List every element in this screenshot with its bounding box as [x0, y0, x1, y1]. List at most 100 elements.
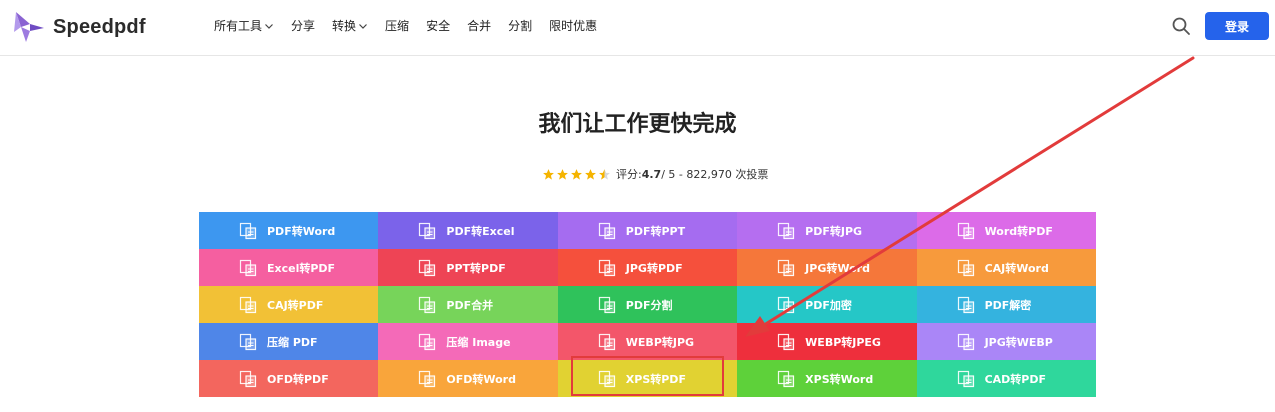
chevron-down-icon [265, 23, 273, 29]
main-nav: 所有工具 分享 转换 压缩 安全 合并 分割 限时优惠 [214, 17, 614, 34]
star-half-icon [599, 168, 610, 180]
tool-tile-16[interactable]: 压缩 Image [378, 323, 558, 360]
star-icon [557, 168, 568, 180]
tool-tile-label: JPG转PDF [625, 261, 683, 275]
tool-tile-12[interactable]: PDF分割 [557, 286, 738, 323]
star-icon [543, 168, 554, 180]
tool-tile-21[interactable]: OFD转Word [378, 360, 558, 397]
nav-item-label: 压缩 [385, 19, 410, 33]
logo[interactable]: Speedpdf [12, 10, 146, 44]
tool-tile-6[interactable]: PPT转PDF [378, 249, 558, 286]
tool-tile-23[interactable]: XPS转Word [737, 360, 917, 397]
tool-tile-label: OFD转PDF [267, 372, 329, 386]
document-convert-icon [778, 370, 795, 387]
nav-item-label: 限时优惠 [549, 19, 598, 33]
nav-item-2[interactable]: 转换 [332, 17, 368, 34]
rating-prefix: 评分: [616, 168, 642, 181]
document-convert-icon [598, 370, 615, 387]
document-convert-icon [598, 222, 615, 239]
tool-tile-15[interactable]: 压缩 PDF [199, 323, 379, 360]
search-icon[interactable] [1171, 16, 1191, 36]
document-convert-icon [957, 222, 974, 239]
document-convert-icon [239, 333, 257, 350]
nav-item-1[interactable]: 分享 [291, 17, 315, 34]
nav-item-label: 安全 [426, 19, 451, 33]
document-convert-icon [598, 296, 615, 313]
tool-tile-label: JPG转WEBP [984, 335, 1053, 349]
nav-item-5[interactable]: 合并 [467, 17, 491, 34]
nav-item-label: 分割 [508, 19, 533, 33]
tool-tile-label: XPS转PDF [625, 372, 686, 386]
tool-tile-2[interactable]: PDF转PPT [557, 212, 738, 249]
page-title: 我们让工作更快完成 [538, 112, 737, 137]
tools-grid: PDF转Word PDF转Excel PDF转PPT PDF转JPG Word转PDF E… [199, 212, 1096, 397]
document-convert-icon [778, 222, 795, 239]
tool-tile-label: PDF转Word [267, 224, 336, 238]
tool-tile-7[interactable]: JPG转PDF [557, 249, 738, 286]
rating-stars [542, 168, 612, 181]
login-button[interactable]: 登录 [1205, 12, 1269, 40]
tool-tile-label: PDF解密 [984, 298, 1032, 312]
document-convert-icon [239, 259, 257, 276]
tool-tile-label: CAJ转PDF [267, 298, 324, 312]
tool-tile-17[interactable]: WEBP转JPG [557, 323, 738, 360]
rating-value: 4.7 [641, 167, 662, 181]
document-convert-icon [957, 370, 974, 387]
speedpdf-logo-icon [14, 12, 44, 42]
document-convert-icon [598, 259, 615, 276]
document-convert-icon [957, 296, 974, 313]
rating-summary: 评分: 4.7 / 5 - 822,970 次投票 [542, 166, 768, 182]
nav-item-label: 合并 [467, 19, 492, 33]
tool-tile-1[interactable]: PDF转Excel [378, 212, 558, 249]
tool-tile-label: WEBP转JPEG [805, 335, 881, 349]
nav-item-label: 转换 [332, 19, 357, 33]
tool-tile-18[interactable]: WEBP转JPEG [737, 323, 917, 360]
star-icon [571, 168, 582, 180]
tool-tile-8[interactable]: JPG转Word [737, 249, 917, 286]
document-convert-icon [419, 370, 436, 387]
nav-item-3[interactable]: 压缩 [385, 17, 409, 34]
tool-tile-5[interactable]: Excel转PDF [199, 249, 379, 286]
chevron-down-icon [359, 23, 367, 29]
nav-item-0[interactable]: 所有工具 [214, 17, 274, 34]
document-convert-icon [239, 222, 257, 239]
tool-tile-0[interactable]: PDF转Word [199, 212, 379, 249]
tool-tile-label: PPT转PDF [446, 261, 506, 275]
nav-item-label: 所有工具 [214, 19, 263, 33]
tool-tile-19[interactable]: JPG转WEBP [916, 323, 1096, 360]
tool-tile-label: OFD转Word [446, 372, 516, 386]
document-convert-icon [957, 259, 974, 276]
tool-tile-4[interactable]: Word转PDF [916, 212, 1096, 249]
tool-tile-3[interactable]: PDF转JPG [737, 212, 917, 249]
nav-item-7[interactable]: 限时优惠 [549, 17, 597, 34]
tool-tile-9[interactable]: CAJ转Word [916, 249, 1096, 286]
tool-tile-13[interactable]: PDF加密 [737, 286, 917, 323]
document-convert-icon [419, 222, 436, 239]
tool-tile-10[interactable]: CAJ转PDF [199, 286, 379, 323]
tool-tile-22[interactable]: XPS转PDF [557, 360, 738, 397]
tool-tile-20[interactable]: OFD转PDF [199, 360, 379, 397]
tool-tile-label: JPG转Word [805, 261, 870, 275]
tool-tile-label: Excel转PDF [267, 261, 336, 275]
tool-tile-11[interactable]: PDF合并 [378, 286, 558, 323]
top-header: Speedpdf 所有工具 分享 转换 压缩 安全 合并 分割 限时优惠 登录 [0, 0, 1275, 56]
tool-tile-24[interactable]: CAD转PDF [916, 360, 1096, 397]
rating-suffix: / 5 - 822,970 次投票 [661, 168, 769, 181]
tool-tile-label: XPS转Word [805, 372, 874, 386]
nav-item-6[interactable]: 分割 [508, 17, 532, 34]
nav-item-4[interactable]: 安全 [426, 17, 450, 34]
tool-tile-label: CAJ转Word [984, 261, 1049, 275]
tool-tile-label: 压缩 Image [446, 335, 511, 349]
document-convert-icon [778, 296, 795, 313]
tool-tile-label: 压缩 PDF [267, 335, 318, 349]
tool-tile-label: Word转PDF [984, 224, 1053, 238]
document-convert-icon [419, 259, 436, 276]
tool-tile-label: PDF合并 [446, 298, 494, 312]
document-convert-icon [598, 333, 615, 350]
tool-tile-14[interactable]: PDF解密 [916, 286, 1096, 323]
tool-tile-label: PDF加密 [805, 298, 852, 312]
document-convert-icon [239, 370, 257, 387]
star-icon [585, 168, 596, 180]
document-convert-icon [419, 333, 436, 350]
tool-tile-label: WEBP转JPG [625, 335, 695, 349]
